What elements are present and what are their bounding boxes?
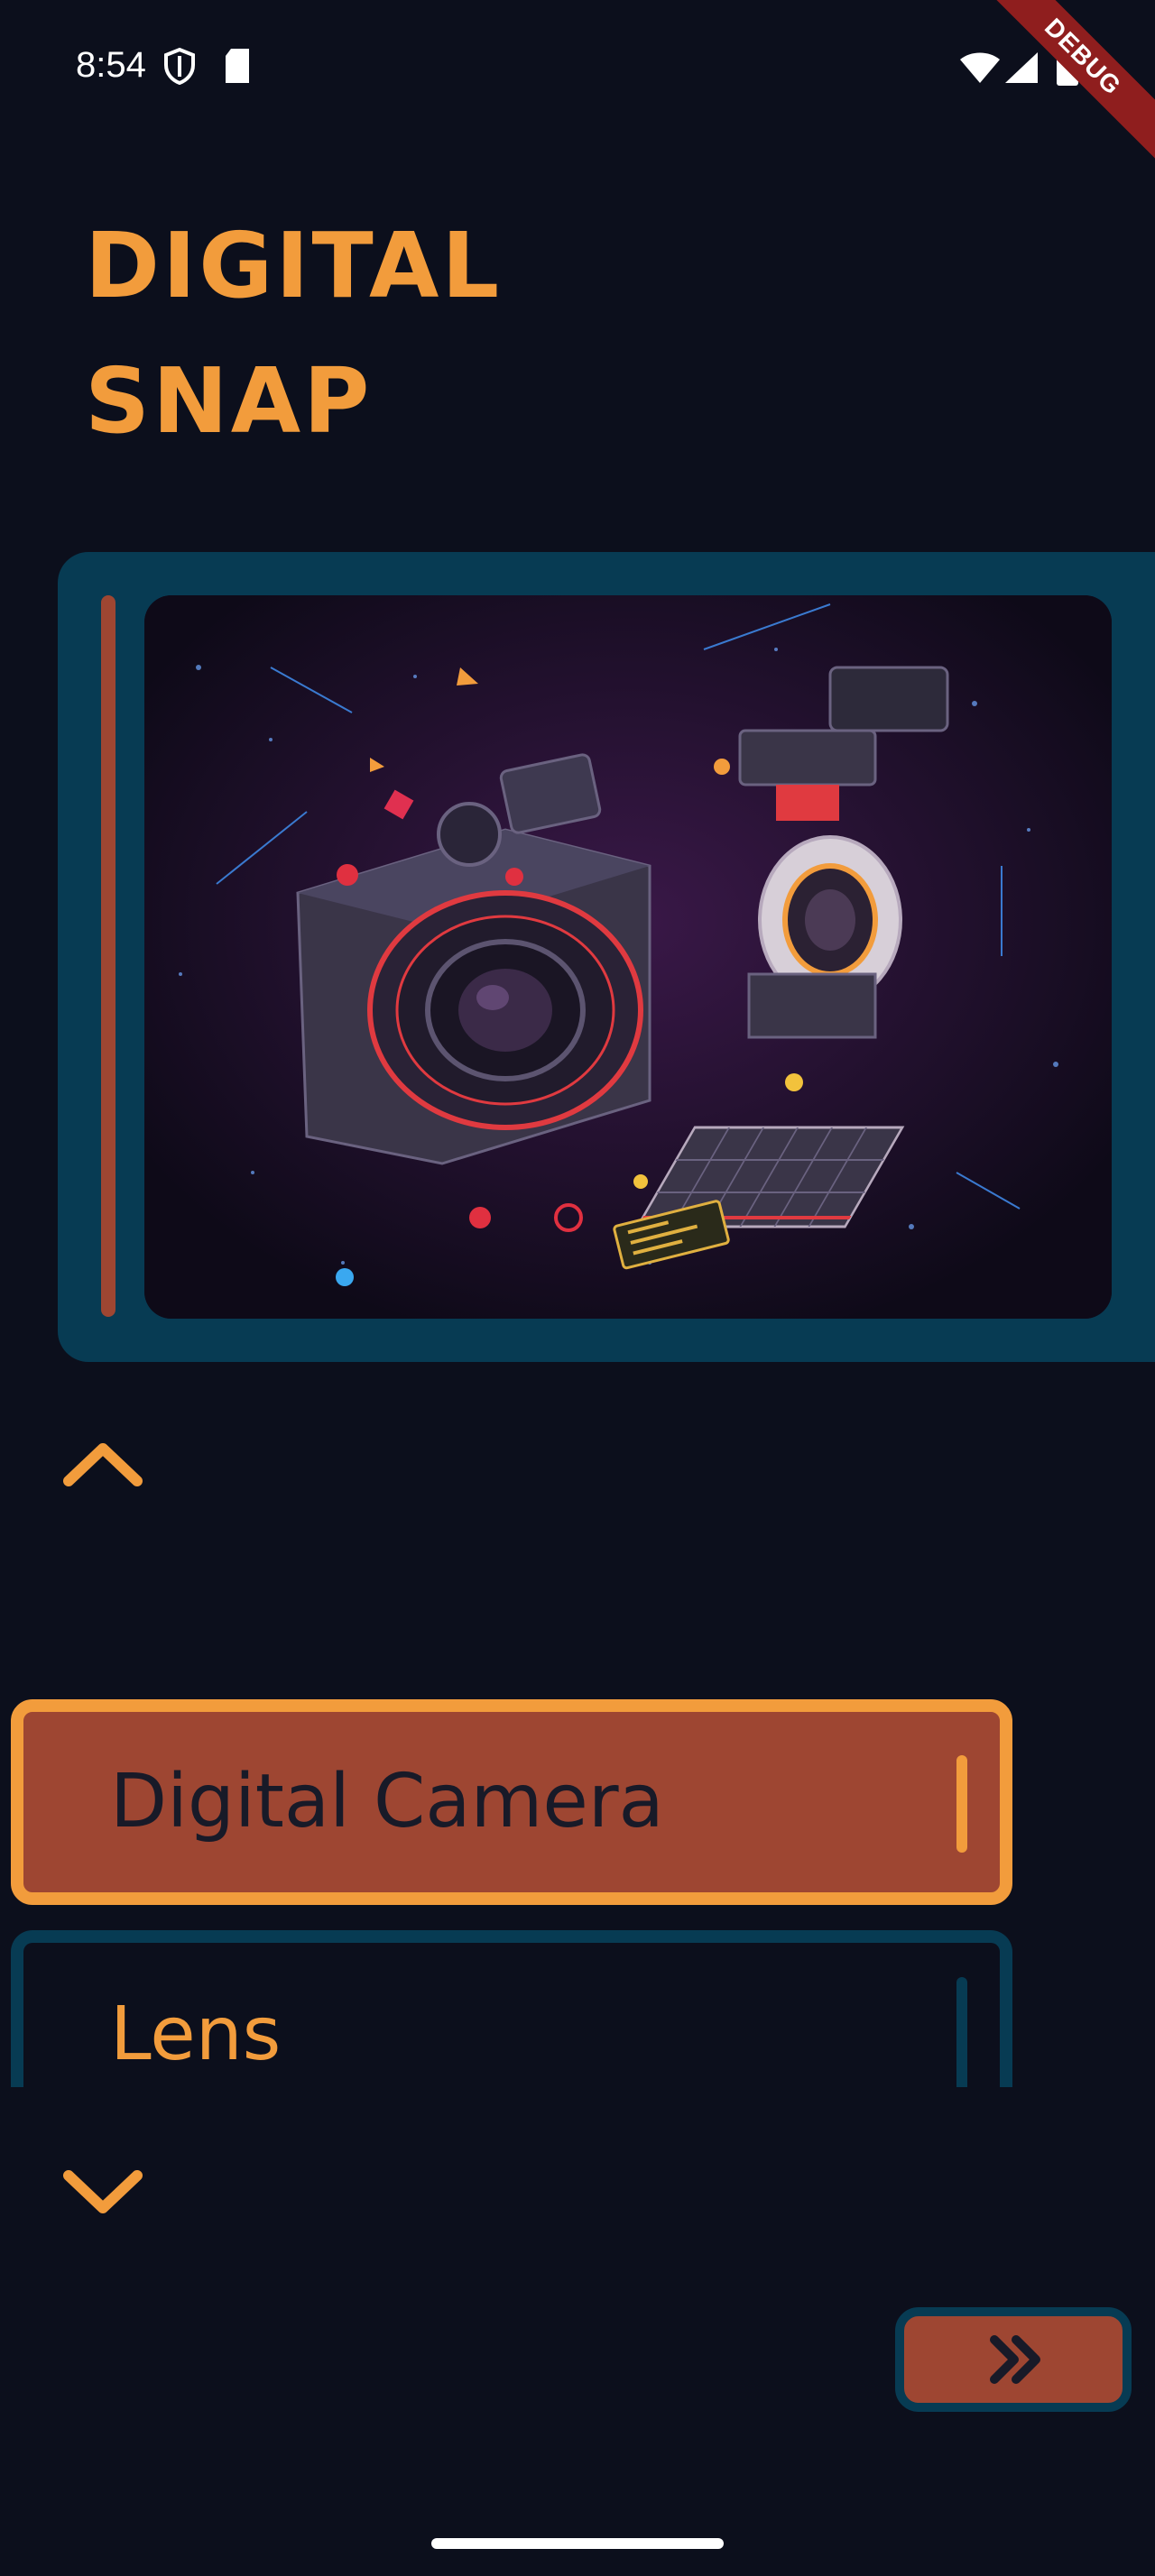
app-title-line-1: DIGITAL xyxy=(85,213,503,318)
hero-accent-bar xyxy=(101,595,116,1317)
list-item-indicator xyxy=(956,1977,967,2089)
list-item-label: Lens xyxy=(110,1992,282,2077)
chevron-down-icon xyxy=(63,2170,143,2213)
double-chevron-right-icon xyxy=(990,2335,1040,2384)
next-button[interactable] xyxy=(895,2307,1132,2412)
list-item-digital-camera[interactable]: Digital Camera xyxy=(11,1699,1012,1905)
list-item-label: Digital Camera xyxy=(110,1759,664,1845)
scroll-down-button[interactable] xyxy=(60,2157,146,2230)
list-clip-mask xyxy=(0,2087,1155,2141)
app-title: DIGITAL SNAP xyxy=(85,198,716,469)
list-item-lens[interactable]: Lens xyxy=(11,1930,1012,2089)
exploded-camera-illustration xyxy=(144,595,1112,1319)
home-indicator[interactable] xyxy=(431,2538,724,2549)
sd-card-icon xyxy=(222,47,253,88)
wifi-icon xyxy=(958,51,1002,88)
scroll-up-button[interactable] xyxy=(60,1425,146,1497)
status-time: 8:54 xyxy=(76,45,146,85)
list-item-indicator xyxy=(956,1755,967,1853)
shield-icon xyxy=(162,47,197,88)
status-bar: 8:54 DEBUG xyxy=(0,0,1155,168)
chevron-up-icon xyxy=(63,1443,143,1486)
signal-icon xyxy=(1003,51,1040,88)
hero-image xyxy=(144,595,1112,1319)
app-title-line-2: SNAP xyxy=(85,348,373,454)
